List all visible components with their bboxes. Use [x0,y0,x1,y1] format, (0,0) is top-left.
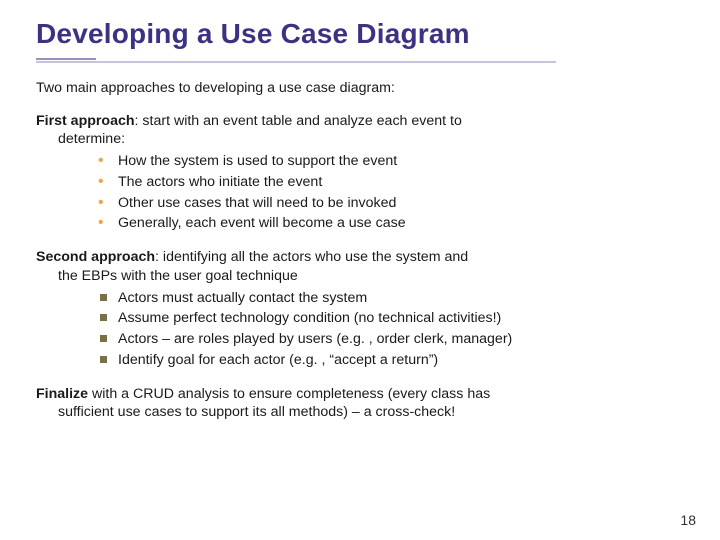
finalize-text: Finalize with a CRUD analysis to ensure … [36,385,684,422]
first-approach-lead: First approach: start with an event tabl… [36,112,684,149]
list-item: Generally, each event will become a use … [98,213,684,234]
list-item: Assume perfect technology condition (no … [98,308,684,329]
list-item: The actors who initiate the event [98,172,684,193]
list-item: How the system is used to support the ev… [98,151,684,172]
first-approach: First approach: start with an event tabl… [36,112,684,234]
slide-body: Two main approaches to developing a use … [36,79,684,422]
list-item: Identify goal for each actor (e.g. , “ac… [98,350,684,371]
slide-title: Developing a Use Case Diagram [36,18,684,50]
first-approach-label: First approach [36,113,135,129]
first-approach-bullets: How the system is used to support the ev… [36,151,684,234]
finalize-body: with a CRUD analysis to ensure completen… [88,386,490,402]
slide: Developing a Use Case Diagram Two main a… [0,0,720,432]
finalize-label: Finalize [36,386,88,402]
first-approach-text: : start with an event table and analyze … [135,113,462,129]
second-approach-lead: Second approach: identifying all the act… [36,248,684,285]
first-approach-text2: determine: [58,130,684,149]
second-approach-label: Second approach [36,249,155,265]
list-item: Actors – are roles played by users (e.g.… [98,329,684,350]
title-underline [36,58,684,63]
second-approach-bullets: Actors must actually contact the system … [36,288,684,371]
finalize-body2: sufficient use cases to support its all … [58,403,684,422]
second-approach: Second approach: identifying all the act… [36,248,684,370]
second-approach-text: : identifying all the actors who use the… [155,249,468,265]
list-item: Actors must actually contact the system [98,288,684,309]
second-approach-text2: the EBPs with the user goal technique [58,267,684,286]
page-number: 18 [680,512,696,528]
list-item: Other use cases that will need to be inv… [98,193,684,214]
intro-text: Two main approaches to developing a use … [36,79,684,98]
